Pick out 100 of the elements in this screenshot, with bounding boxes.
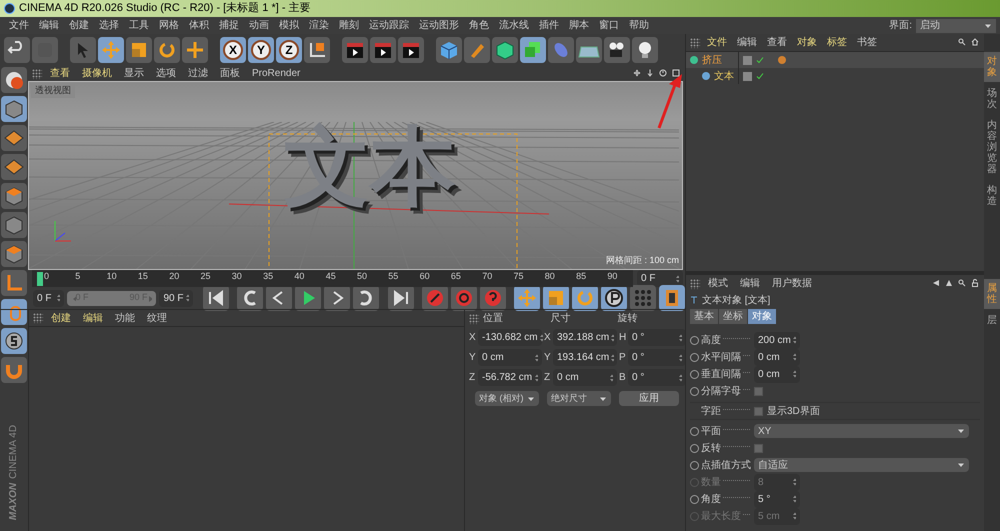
- attribute-tab[interactable]: 基本: [690, 309, 718, 324]
- menu-item[interactable]: 窗口: [594, 18, 624, 33]
- object-menu-item[interactable]: 文件: [704, 35, 730, 50]
- coordinate-field[interactable]: -56.782 cm: [478, 369, 542, 386]
- grip-icon[interactable]: [32, 68, 42, 78]
- mouse-icon[interactable]: [1, 299, 27, 325]
- cube-icon[interactable]: [436, 37, 462, 63]
- menu-item[interactable]: 渲染: [304, 18, 334, 33]
- viewport-menu-item[interactable]: 过滤: [184, 66, 212, 81]
- material-menu-item[interactable]: 创建: [47, 310, 75, 326]
- number-field[interactable]: 5 °: [754, 490, 800, 508]
- globe-icon[interactable]: [1, 67, 27, 93]
- checkbox[interactable]: [754, 406, 763, 416]
- caret-icon[interactable]: [957, 427, 965, 435]
- coordinate-field[interactable]: 0 °: [628, 329, 686, 346]
- floor-icon[interactable]: [576, 37, 602, 63]
- coordinate-field[interactable]: 0 cm: [478, 349, 542, 366]
- checkbox[interactable]: [754, 386, 763, 396]
- spinner-arrows-icon[interactable]: [533, 374, 538, 382]
- grip-icon[interactable]: [469, 314, 479, 324]
- viewport-menu-item[interactable]: 查看: [46, 66, 74, 81]
- spinner-arrows-icon[interactable]: [533, 354, 538, 362]
- object-row[interactable]: 挤压: [686, 52, 984, 68]
- plus-icon[interactable]: [182, 37, 208, 63]
- spinner-arrows-icon[interactable]: [791, 353, 796, 361]
- lock-icon[interactable]: [971, 279, 980, 288]
- side-tab[interactable]: 场次: [984, 84, 1000, 114]
- axis-lock-button[interactable]: Z: [276, 37, 302, 63]
- scale-icon[interactable]: [126, 37, 152, 63]
- extrude-icon[interactable]: [520, 37, 546, 63]
- viewport-menu-item[interactable]: 显示: [120, 66, 148, 81]
- menu-item[interactable]: 动画: [244, 18, 274, 33]
- spinner-arrows-icon[interactable]: [677, 354, 682, 362]
- spinner-arrows-icon[interactable]: [791, 336, 796, 344]
- rotate-icon[interactable]: [154, 37, 180, 63]
- end-frame-field[interactable]: 90 F: [159, 290, 192, 306]
- number-field[interactable]: 200 cm: [754, 332, 800, 348]
- axis-lock-button[interactable]: Y: [248, 37, 274, 63]
- current-frame-field[interactable]: 0 F: [637, 270, 683, 287]
- deformer-icon[interactable]: [548, 37, 574, 63]
- menu-item[interactable]: 编辑: [34, 18, 64, 33]
- axis-lock-button[interactable]: X: [220, 37, 246, 63]
- menu-item[interactable]: 网格: [154, 18, 184, 33]
- menu-item[interactable]: 插件: [534, 18, 564, 33]
- menu-item[interactable]: 文件: [4, 18, 34, 33]
- viewport-menu-item[interactable]: ProRender: [248, 66, 304, 81]
- side-tab[interactable]: 构造: [984, 181, 1000, 211]
- menu-item[interactable]: 流水线: [494, 18, 534, 33]
- spinner-arrows-icon[interactable]: [538, 334, 543, 342]
- caret-icon[interactable]: [599, 394, 607, 402]
- menu-item[interactable]: 捕捉: [214, 18, 244, 33]
- grip-icon[interactable]: [690, 38, 700, 48]
- attribute-menu-item[interactable]: 模式: [704, 276, 732, 291]
- rotate-view-icon[interactable]: [659, 69, 668, 78]
- attribute-menu-item[interactable]: 编辑: [736, 276, 764, 291]
- spinner-arrows-icon[interactable]: [609, 334, 614, 342]
- menu-item[interactable]: 运动图形: [414, 18, 464, 33]
- axis-icon[interactable]: [1, 270, 27, 296]
- number-field[interactable]: 0 cm: [754, 348, 800, 366]
- menu-item[interactable]: 角色: [464, 18, 494, 33]
- grip-icon[interactable]: [33, 313, 43, 323]
- viewport-menu-item[interactable]: 摄像机: [78, 66, 116, 81]
- coordinate-field[interactable]: 392.188 cm: [553, 329, 617, 346]
- checkbox[interactable]: [754, 444, 763, 452]
- dots-grid-icon[interactable]: [630, 285, 656, 311]
- object-menu-item[interactable]: 书签: [854, 35, 880, 50]
- spinner-arrows-icon[interactable]: [184, 294, 188, 302]
- clapperboard-icon[interactable]: [398, 37, 424, 63]
- menu-item[interactable]: 体积: [184, 18, 214, 33]
- layout-dropdown[interactable]: 启动: [916, 18, 996, 32]
- spinner-arrows-icon[interactable]: [674, 274, 679, 282]
- coordinate-field[interactable]: 0 °: [628, 369, 686, 386]
- apply-button[interactable]: 应用: [619, 391, 679, 406]
- spinner-arrows-icon[interactable]: [609, 354, 614, 362]
- menu-item[interactable]: 帮助: [624, 18, 654, 33]
- spinner-arrows-icon[interactable]: [677, 374, 682, 382]
- coordinate-field[interactable]: -130.682 cm: [478, 329, 542, 346]
- side-tab[interactable]: 层: [984, 311, 1000, 330]
- caret-icon[interactable]: [957, 461, 965, 469]
- number-field[interactable]: 0 cm: [754, 366, 800, 382]
- move-view-icon[interactable]: [633, 69, 642, 78]
- spinner-arrows-icon[interactable]: [677, 334, 682, 342]
- timeline-ruler[interactable]: 0 5 10 15 20 25 30 35 40 45 50 55 60 65 70 75 80 85 90: [32, 270, 633, 287]
- cube-icon[interactable]: [1, 96, 27, 122]
- object-name[interactable]: 挤压: [702, 52, 722, 68]
- coordinate-field[interactable]: 0 °: [628, 349, 686, 366]
- menu-item[interactable]: 运动跟踪: [364, 18, 414, 33]
- material-menu-item[interactable]: 功能: [111, 310, 139, 326]
- dropdown[interactable]: 自适应: [754, 458, 969, 472]
- subdivision-icon[interactable]: [492, 37, 518, 63]
- coordinate-system-icon[interactable]: [304, 37, 330, 63]
- camera-icon[interactable]: [604, 37, 630, 63]
- magnet-icon[interactable]: [1, 357, 27, 383]
- size-mode-dropdown[interactable]: 绝对尺寸: [547, 391, 611, 406]
- grip-icon[interactable]: [690, 278, 700, 288]
- cube-icon[interactable]: [1, 183, 27, 209]
- cube-icon[interactable]: [1, 212, 27, 238]
- material-menu-item[interactable]: 纹理: [143, 310, 171, 326]
- arrow-down-icon[interactable]: [646, 69, 655, 78]
- spinner-arrows-icon[interactable]: [791, 478, 796, 486]
